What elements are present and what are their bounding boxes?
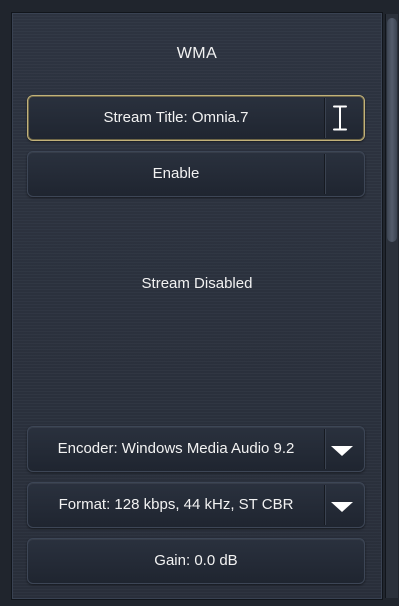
stream-status-text: Stream Disabled <box>141 275 253 292</box>
panel-content: WMA Stream Title: Omnia.7 Enable Stream … <box>11 12 383 600</box>
wma-settings-panel: WMA Stream Title: Omnia.7 Enable Stream … <box>0 0 399 606</box>
encoder-dropdown-arrow-icon[interactable] <box>331 446 353 456</box>
format-dropdown-arrow-icon[interactable] <box>331 502 353 512</box>
text-cursor-icon <box>333 105 347 131</box>
stream-title-field[interactable]: Stream Title: Omnia.7 <box>27 95 365 141</box>
encoder-divider <box>324 429 325 469</box>
scrollbar-thumb[interactable] <box>387 18 397 242</box>
format-divider <box>324 485 325 525</box>
format-label: Format: 128 kbps, 44 kHz, ST CBR <box>58 496 294 513</box>
enable-button[interactable]: Enable <box>27 151 365 197</box>
gain-button[interactable]: Gain: 0.0 dB <box>27 538 365 584</box>
encoder-label: Encoder: Windows Media Audio 9.2 <box>57 440 295 457</box>
stream-title-label: Stream Title: Omnia.7 <box>103 109 249 126</box>
enable-label: Enable <box>152 165 200 182</box>
panel-title: WMA <box>176 45 218 62</box>
stream-title-divider <box>324 98 325 138</box>
gain-label: Gain: 0.0 dB <box>154 552 238 569</box>
encoder-select[interactable]: Encoder: Windows Media Audio 9.2 <box>27 426 365 472</box>
vertical-scrollbar[interactable] <box>385 14 398 598</box>
format-select[interactable]: Format: 128 kbps, 44 kHz, ST CBR <box>27 482 365 528</box>
enable-divider <box>324 154 325 194</box>
